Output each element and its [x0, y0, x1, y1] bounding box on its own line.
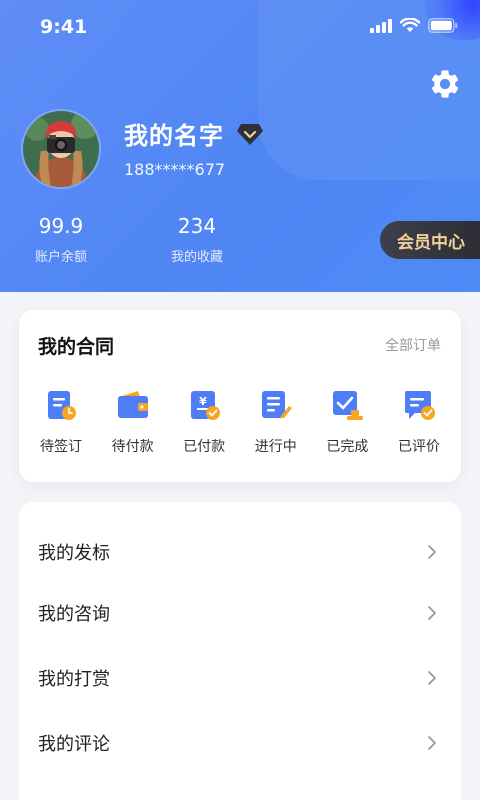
order-label: 已评价	[397, 439, 440, 455]
menu-item-my-bids[interactable]: 我的发标	[19, 519, 461, 584]
stat-value: 99.9	[38, 214, 84, 238]
profile-header: 9:41 我的名字 188*****677 99.9 账户余额 234 我的收藏…	[0, 0, 480, 292]
stat-label: 我的收藏	[170, 250, 223, 265]
order-in-progress[interactable]: 进行中	[241, 388, 311, 456]
menu-item-label: 我的打赏	[38, 668, 110, 690]
stat-value: 234	[177, 214, 217, 238]
chevron-right-icon	[428, 670, 436, 685]
order-label: 已完成	[326, 439, 369, 455]
menu-item-my-rewards[interactable]: 我的打赏	[19, 645, 461, 710]
in-progress-icon	[261, 391, 292, 420]
order-label: 待付款	[111, 439, 154, 455]
stat-balance[interactable]: 99.9 账户余额	[1, 214, 121, 265]
reviewed-icon	[404, 391, 435, 420]
user-phone: 188*****677	[124, 160, 226, 179]
all-orders-link[interactable]: 全部订单	[385, 335, 441, 355]
status-time: 9:41	[40, 16, 88, 38]
vip-diamond-icon	[237, 123, 263, 145]
order-paid[interactable]: ¥ 已付款	[169, 388, 239, 456]
avatar-image	[23, 111, 99, 187]
wifi-icon	[400, 18, 420, 32]
menu-item-my-consultations[interactable]: 我的咨询	[19, 580, 461, 645]
order-completed[interactable]: 已完成	[312, 388, 382, 456]
order-label: 待签订	[40, 439, 82, 455]
order-pending-sign[interactable]: 待签订	[26, 388, 96, 456]
order-pending-payment[interactable]: 待付款	[98, 388, 168, 456]
chevron-right-icon	[428, 544, 436, 559]
menu-item-my-comments[interactable]: 我的评论	[19, 710, 461, 775]
chevron-right-icon	[428, 735, 436, 750]
wallet-icon	[117, 391, 148, 418]
stat-label: 账户余额	[34, 250, 87, 265]
member-center-button[interactable]: 会员中心	[380, 221, 480, 259]
pending-sign-icon	[48, 391, 76, 420]
settings-gear-icon[interactable]	[428, 67, 462, 101]
order-reviewed[interactable]: 已评价	[384, 388, 454, 456]
order-label: 进行中	[254, 439, 297, 455]
user-name: 我的名字	[124, 122, 224, 150]
contracts-card: 我的合同 全部订单 待签订 待付款 ¥ 已付款 进行中 已完成 已评价	[19, 310, 461, 482]
chevron-right-icon	[428, 605, 436, 620]
signal-icon	[370, 18, 392, 33]
battery-icon	[428, 18, 458, 33]
stat-favorites[interactable]: 234 我的收藏	[137, 214, 257, 265]
menu-item-label: 我的评论	[38, 733, 110, 755]
menu-item-label: 我的发标	[38, 542, 110, 564]
menu-card: 我的发标 我的咨询 我的打赏 我的评论	[19, 502, 461, 800]
menu-item-label: 我的咨询	[38, 603, 110, 625]
order-label: 已付款	[183, 439, 226, 455]
svg-text:¥: ¥	[199, 395, 207, 408]
contracts-title: 我的合同	[38, 336, 115, 358]
avatar[interactable]	[21, 109, 101, 189]
completed-icon	[333, 391, 364, 420]
status-bar: 9:41	[0, 0, 480, 56]
paid-icon: ¥	[191, 391, 221, 420]
